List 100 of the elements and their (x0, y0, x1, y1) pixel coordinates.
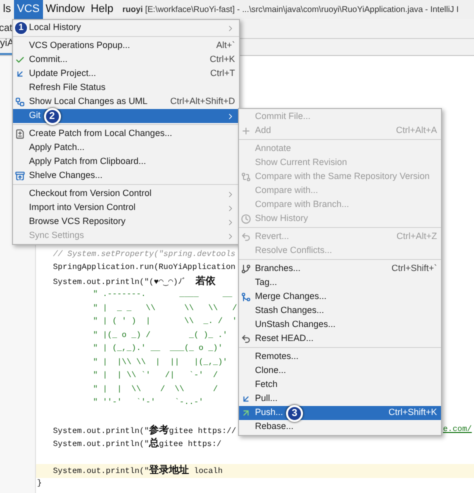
menu-item-label: Fetch (255, 378, 278, 392)
undo-icon (241, 334, 251, 344)
menu-item-label: Reset HEAD... (255, 332, 314, 346)
code-line: " | ( ' ) | \\ _. / ' (92, 316, 238, 328)
menu-item[interactable]: Update Project... Ctrl+T (13, 67, 239, 81)
menu-item-label: VCS Operations Popup... (29, 39, 130, 52)
menu-item[interactable]: Apply Patch from Clipboard... (13, 155, 239, 169)
clock-icon (241, 214, 251, 224)
check-icon (15, 55, 25, 65)
menu-item[interactable]: Clone... (239, 364, 441, 378)
code-line: " ''-' `'-' `-..-' (92, 397, 204, 410)
code-line: " | (_,_).' __ ___(_ o _)' (92, 343, 223, 356)
menu-item[interactable]: Refresh File Status (13, 81, 239, 95)
step-number-badge: 1 (14, 21, 28, 35)
arrow-down-left-icon (15, 69, 25, 79)
menu-item[interactable]: Show Local Changes as UML Ctrl+Alt+Shift+D (13, 95, 239, 109)
menu-item-label: Checkout from Version Control (29, 187, 152, 200)
menu-item-label: Refresh File Status (29, 81, 106, 94)
menu-item-label: UnStash Changes... (255, 318, 336, 332)
plus-icon (241, 126, 251, 136)
menu-item[interactable]: Remotes... (239, 350, 441, 364)
shortcut-label: Ctrl+Alt+Z (396, 230, 437, 244)
menu-item-label: Update Project... (29, 67, 96, 80)
chevron-right-icon (226, 24, 235, 32)
menu-item[interactable]: Shelve Changes... (13, 169, 239, 183)
menu-item[interactable]: UnStash Changes... (239, 318, 441, 332)
menu-item[interactable]: Pull... (239, 392, 441, 406)
step-number-badge: 3 (286, 404, 304, 422)
compare-icon (241, 172, 251, 182)
code-line: " |(_ o _) / _( )_ .' (92, 330, 228, 342)
code-line: System.out.println("参考gitee https:// (52, 424, 236, 438)
menu-bar-item[interactable]: VCS (14, 0, 43, 19)
shortcut-label: Ctrl+Alt+A (396, 124, 437, 138)
menu-bar-item[interactable]: Help (88, 0, 116, 19)
shortcut-label: Alt+` (216, 39, 235, 52)
menu-item[interactable]: Commit... Ctrl+K (13, 53, 239, 67)
branch-icon (241, 264, 251, 274)
menu-item-label: Branches... (255, 262, 301, 276)
arrow-up-right-icon (241, 408, 251, 418)
menu-item[interactable]: Browse VCS Repository (13, 215, 239, 229)
menu-item[interactable]: Reset HEAD... (239, 332, 441, 346)
document-icon (15, 129, 25, 139)
menu-item-label: Browse VCS Repository (29, 215, 126, 228)
code-line: " | |\\ \\ | || |(_,_)' (92, 356, 228, 369)
menu-item-label: Show Current Revision (255, 156, 348, 170)
shortcut-label: Ctrl+T (210, 67, 235, 80)
code-line: " | | \\ / \\ / (92, 384, 218, 396)
menu-item-label: Annotate (255, 142, 292, 156)
menu-item-label: Shelve Changes... (29, 169, 103, 182)
code-line: } (36, 478, 42, 490)
code-line: System.out.println("(♥◠‿◠)ﾉﾞ 若依 (52, 274, 216, 290)
menu-item[interactable]: Rebase... (239, 420, 441, 434)
menu-item-label: Stash Changes... (255, 304, 324, 318)
menu-bar-item[interactable]: ls (0, 0, 14, 19)
shortcut-label: Ctrl+Alt+Shift+D (170, 95, 235, 108)
menu-item[interactable]: 1 Local History (13, 21, 239, 35)
menu-item-label: Clone... (255, 364, 286, 378)
menu-item-label: Compare with Branch... (255, 198, 350, 212)
menu-item-label: Merge Changes... (255, 290, 327, 304)
code-line: e.com/ (443, 424, 472, 436)
menu-item-label: Resolve Conflicts... (255, 244, 332, 258)
menu-item[interactable]: Git 2 (13, 109, 239, 123)
menu-item-label: Show History (255, 212, 308, 226)
menu-item-label: Sync Settings (29, 229, 84, 242)
shortcut-label: Ctrl+Shift+K (388, 406, 437, 420)
diagram-icon (15, 97, 25, 107)
menu-item[interactable]: Stash Changes... (239, 304, 441, 318)
menu-item[interactable]: Merge Changes... (239, 290, 441, 304)
menu-item[interactable]: Checkout from Version Control (13, 187, 239, 201)
menu-item[interactable]: Fetch (239, 378, 441, 392)
menu-item-label: Show Local Changes as UML (29, 95, 148, 108)
menu-item[interactable]: Apply Patch... (13, 141, 239, 155)
menu-item[interactable]: Create Patch from Local Changes... (13, 127, 239, 141)
menu-item-label: Git (29, 109, 41, 122)
code-line: " .-------. ____ __ (92, 289, 232, 302)
menu-item-label: Apply Patch... (29, 141, 85, 154)
undo-icon (241, 232, 251, 242)
menu-bar-item[interactable]: Window (42, 0, 88, 19)
menu-item[interactable]: Tag... (239, 276, 441, 290)
code-line: " | | \\ `' /| `-' / (92, 370, 218, 382)
menu-item-label: Local History (29, 21, 82, 34)
code-line: System.out.println("登录地址 localh (52, 464, 223, 478)
menu-item-label: Pull... (255, 392, 278, 406)
shortcut-label: Ctrl+Shift+` (391, 262, 437, 276)
tray-icon (15, 171, 25, 181)
menu-item-label: Tag... (255, 276, 278, 290)
menu-item-label: Create Patch from Local Changes... (29, 127, 172, 140)
menu-item-label: Rebase... (255, 420, 294, 434)
code-line: " | _ _ \\ \\ \\ / (92, 302, 238, 315)
code-line: System.out.println("总gitee https:/ (52, 436, 222, 452)
merge-icon (241, 292, 251, 302)
code-line: // System.setProperty("spring.devtools (52, 248, 236, 261)
menu-item-label: Import into Version Control (29, 201, 136, 214)
menu-item-label: Compare with the Same Repository Version (255, 170, 430, 184)
menu-item-label: Commit File... (255, 110, 311, 124)
chevron-right-icon (226, 112, 235, 120)
menu-item[interactable]: Push... 3 Ctrl+Shift+K (239, 406, 441, 420)
menu-item[interactable]: Branches... Ctrl+Shift+` (239, 262, 441, 276)
menu-item[interactable]: Import into Version Control (13, 201, 239, 215)
window-title: ruoyi [E:\workface\RuoYi-fast] - ...\src\main\java\com\ruoyi\RuoYiApplication.java - IntelliJ I (122, 3, 459, 16)
